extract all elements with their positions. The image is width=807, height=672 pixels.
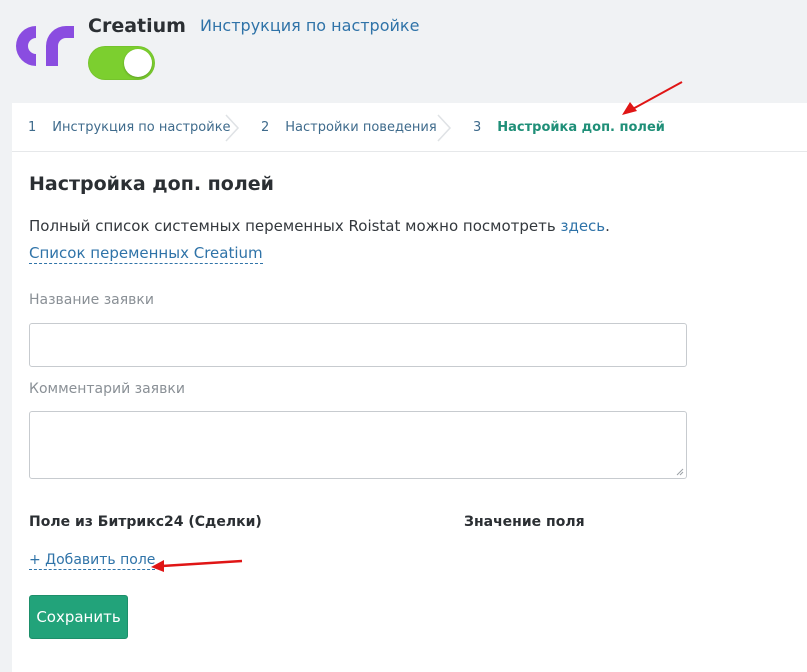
request-name-label: Название заявки [29, 292, 154, 308]
field-value-column-header: Значение поля [464, 514, 585, 530]
wizard-steps: 1 Инструкция по настройке 2 Настройки пове… [12, 103, 807, 152]
setup-instructions-link[interactable]: Инструкция по настройке [200, 16, 419, 35]
roistat-variables-link[interactable]: здесь [560, 217, 605, 235]
settings-card: 1 Инструкция по настройке 2 Настройки пове… [12, 103, 807, 672]
page-title: Настройка доп. полей [29, 173, 274, 195]
add-field-link[interactable]: + Добавить поле [29, 551, 156, 570]
bitrix-field-column-header: Поле из Битрикс24 (Сделки) [29, 514, 262, 530]
step-behavior[interactable]: 2 Настройки поведения [261, 120, 437, 135]
request-comment-textarea[interactable] [29, 411, 687, 479]
request-name-input[interactable] [29, 323, 687, 367]
step-separator-icon [437, 114, 452, 142]
toggle-knob [124, 49, 152, 77]
request-comment-label: Комментарий заявки [29, 381, 185, 397]
step-extra-fields[interactable]: 3 Настройка доп. полей [473, 120, 665, 135]
integration-toggle[interactable] [88, 46, 155, 80]
resize-handle-icon[interactable] [676, 468, 684, 476]
step-separator-icon [225, 114, 240, 142]
creatium-variables-link[interactable]: Список переменных Creatium [29, 244, 263, 264]
step-instructions[interactable]: 1 Инструкция по настройке [28, 120, 231, 135]
save-button[interactable]: Сохранить [29, 595, 128, 639]
app-name: Creatium [88, 15, 186, 37]
creatium-logo-icon [16, 26, 74, 66]
variables-description: Полный список системных переменных Roist… [29, 217, 610, 235]
